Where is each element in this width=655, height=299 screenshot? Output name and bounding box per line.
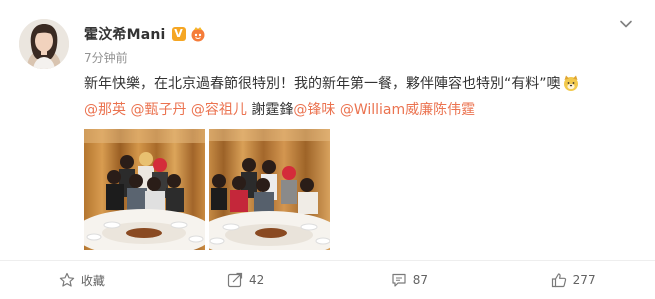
repost-count: 42 <box>248 273 265 287</box>
vip-level-icon <box>190 26 206 42</box>
avatar[interactable] <box>19 19 69 69</box>
action-bar: 收藏 42 87 277 <box>0 261 655 299</box>
mention-link[interactable]: @锋味 <box>293 102 335 118</box>
repost-button[interactable]: 42 <box>164 261 328 299</box>
mention-link[interactable]: @William威廉陈伟霆 <box>340 102 475 118</box>
post-time[interactable]: 7分钟前 <box>84 49 128 66</box>
comment-count: 87 <box>412 273 429 287</box>
post-photo-1[interactable] <box>84 129 205 250</box>
weibo-post-card: 霍汶希Mani V 7分钟前 新年快樂，在北京過春節很特別！我的新年第一餐，夥伴… <box>0 0 655 299</box>
username[interactable]: 霍汶希Mani <box>84 24 166 44</box>
post-photo-2[interactable] <box>209 129 330 250</box>
star-icon <box>59 272 75 287</box>
favorite-button[interactable]: 收藏 <box>0 261 164 299</box>
like-count: 277 <box>572 273 596 287</box>
post-text: 新年快樂，在北京過春節很特別！我的新年第一餐，夥伴陣容也特別“有料”噢 <box>84 73 644 95</box>
plain-name-text: 謝霆鋒 <box>251 102 294 118</box>
dog-emoji-icon <box>562 74 580 92</box>
mention-link[interactable]: @那英 <box>84 102 126 118</box>
share-icon <box>227 272 243 288</box>
like-button[interactable]: 277 <box>491 261 655 299</box>
thumbs-up-icon <box>551 273 566 288</box>
verified-badge-icon: V <box>171 27 186 41</box>
mentions-line: @那英 @甄子丹 @容祖儿 謝霆鋒@锋味 @William威廉陈伟霆 <box>84 99 644 121</box>
favorite-label: 收藏 <box>80 273 105 288</box>
comment-button[interactable]: 87 <box>328 261 492 299</box>
post-header: 霍汶希Mani V <box>84 24 206 44</box>
chevron-down-icon[interactable] <box>618 16 634 32</box>
mention-link[interactable]: @容祖儿 <box>191 102 247 118</box>
comment-icon <box>392 273 406 287</box>
mention-link[interactable]: @甄子丹 <box>130 102 186 118</box>
post-text-line1: 新年快樂，在北京過春節很特別！我的新年第一餐，夥伴陣容也特別“有料”噢 <box>84 76 561 92</box>
